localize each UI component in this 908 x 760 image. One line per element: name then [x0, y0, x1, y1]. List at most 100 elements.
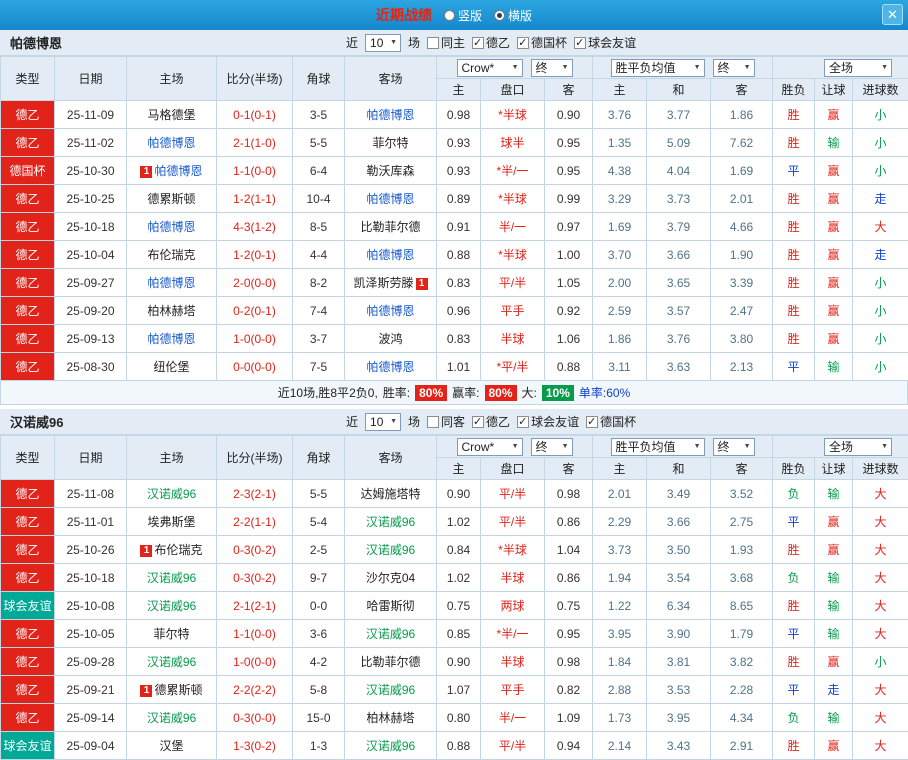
corner-score: 8-2: [293, 269, 345, 297]
home-team[interactable]: 马格德堡: [127, 101, 217, 129]
away-team[interactable]: 汉诺威96: [345, 676, 437, 704]
filter-cup-checkbox[interactable]: 德国杯: [517, 34, 567, 51]
result-win-draw-loss: 胜: [773, 269, 815, 297]
away-team[interactable]: 帕德博恩: [345, 241, 437, 269]
away-team[interactable]: 比勒菲尔德: [345, 213, 437, 241]
home-team[interactable]: 汉堡: [127, 732, 217, 760]
col-away: 客场: [345, 57, 437, 101]
odds-company-select[interactable]: Crow*: [457, 438, 523, 456]
filter-league2-checkbox[interactable]: 德乙: [472, 34, 510, 51]
corner-score: 5-5: [293, 129, 345, 157]
home-team[interactable]: 汉诺威96: [127, 648, 217, 676]
team-name: 德累斯顿: [147, 192, 195, 206]
filter-cup-checkbox[interactable]: 德国杯: [586, 413, 636, 430]
away-team[interactable]: 帕德博恩: [345, 185, 437, 213]
away-team[interactable]: 汉诺威96: [345, 620, 437, 648]
europe-draw-odds: 3.79: [647, 213, 711, 241]
scope-select[interactable]: 全场: [824, 59, 892, 77]
odds-final-select[interactable]: 终: [531, 59, 573, 77]
away-team[interactable]: 达姆施塔特: [345, 480, 437, 508]
home-team[interactable]: 德累斯顿: [127, 185, 217, 213]
asia-handicap: 半球: [481, 564, 545, 592]
result-handicap: 赢: [815, 297, 853, 325]
score-halftime: 0-3(0-0): [217, 704, 293, 732]
away-team[interactable]: 凯泽斯劳滕1: [345, 269, 437, 297]
filter-friendly-checkbox[interactable]: 球会友谊: [574, 34, 636, 51]
europe-draw-odds: 3.76: [647, 325, 711, 353]
odds-company-select[interactable]: Crow*: [457, 59, 523, 77]
home-team[interactable]: 1德累斯顿: [127, 676, 217, 704]
away-team[interactable]: 汉诺威96: [345, 508, 437, 536]
match-date: 25-09-20: [55, 297, 127, 325]
away-team[interactable]: 帕德博恩: [345, 101, 437, 129]
team-section-header: 汉诺威96 近 10 场 同客 德乙 球会友谊 德国杯: [0, 409, 908, 435]
europe-average-select[interactable]: 胜平负均值: [611, 59, 705, 77]
away-team[interactable]: 菲尔特: [345, 129, 437, 157]
team-name: 菲尔特: [153, 627, 189, 641]
filter-friendly-checkbox[interactable]: 球会友谊: [517, 413, 579, 430]
checkbox-icon[interactable]: [427, 37, 439, 49]
checkbox-icon[interactable]: [586, 416, 598, 428]
radio-icon[interactable]: [444, 10, 455, 21]
home-team[interactable]: 帕德博恩: [127, 325, 217, 353]
away-team[interactable]: 帕德博恩: [345, 353, 437, 381]
layout-horizontal-radio[interactable]: 横版: [494, 7, 532, 24]
league-type-badge: 德乙: [1, 704, 55, 732]
checkbox-icon[interactable]: [427, 416, 439, 428]
home-team[interactable]: 柏林赫塔: [127, 297, 217, 325]
filter-same-away-checkbox[interactable]: 同客: [427, 413, 465, 430]
away-team[interactable]: 汉诺威96: [345, 536, 437, 564]
match-date: 25-09-21: [55, 676, 127, 704]
home-team[interactable]: 帕德博恩: [127, 269, 217, 297]
home-team[interactable]: 汉诺威96: [127, 704, 217, 732]
odds-final-select[interactable]: 终: [531, 438, 573, 456]
match-count-select[interactable]: 10: [365, 34, 401, 52]
away-team[interactable]: 勒沃库森: [345, 157, 437, 185]
home-team[interactable]: 帕德博恩: [127, 213, 217, 241]
home-team[interactable]: 1帕德博恩: [127, 157, 217, 185]
europe-average-select[interactable]: 胜平负均值: [611, 438, 705, 456]
checkbox-icon[interactable]: [517, 416, 529, 428]
result-handicap: 赢: [815, 536, 853, 564]
away-team[interactable]: 柏林赫塔: [345, 704, 437, 732]
col-asia-handicap: 盘口: [481, 79, 545, 101]
result-goals: 大: [853, 564, 908, 592]
home-team[interactable]: 汉诺威96: [127, 480, 217, 508]
asia-away-odds: 0.88: [545, 353, 593, 381]
result-handicap: 赢: [815, 325, 853, 353]
europe-final-select[interactable]: 终: [713, 59, 755, 77]
asia-handicap: 半球: [481, 325, 545, 353]
away-team[interactable]: 沙尔克04: [345, 564, 437, 592]
radio-icon[interactable]: [494, 10, 505, 21]
home-team[interactable]: 纽伦堡: [127, 353, 217, 381]
away-team[interactable]: 哈雷斯彻: [345, 592, 437, 620]
scope-select[interactable]: 全场: [824, 438, 892, 456]
checkbox-icon[interactable]: [472, 37, 484, 49]
home-team[interactable]: 帕德博恩: [127, 129, 217, 157]
asia-away-odds: 0.86: [545, 508, 593, 536]
europe-away-odds: 1.86: [711, 101, 773, 129]
away-team[interactable]: 帕德博恩: [345, 297, 437, 325]
home-team[interactable]: 埃弗斯堡: [127, 508, 217, 536]
checkbox-icon[interactable]: [517, 37, 529, 49]
away-team[interactable]: 波鸿: [345, 325, 437, 353]
titlebar-controls: 近期战绩 竖版 横版: [376, 5, 532, 25]
europe-final-select[interactable]: 终: [713, 438, 755, 456]
match-count-select[interactable]: 10: [365, 413, 401, 431]
home-team[interactable]: 菲尔特: [127, 620, 217, 648]
checkbox-icon[interactable]: [472, 416, 484, 428]
home-team[interactable]: 汉诺威96: [127, 592, 217, 620]
away-team[interactable]: 汉诺威96: [345, 732, 437, 760]
checkbox-icon[interactable]: [574, 37, 586, 49]
europe-draw-odds: 3.49: [647, 480, 711, 508]
home-team[interactable]: 汉诺威96: [127, 564, 217, 592]
filter-same-home-checkbox[interactable]: 同主: [427, 34, 465, 51]
away-team[interactable]: 比勒菲尔德: [345, 648, 437, 676]
close-icon[interactable]: ✕: [882, 4, 903, 25]
result-goals: 大: [853, 676, 908, 704]
home-team[interactable]: 1布伦瑞克: [127, 536, 217, 564]
layout-vertical-radio[interactable]: 竖版: [444, 7, 482, 24]
team-name: 帕德博恩: [366, 304, 414, 318]
home-team[interactable]: 布伦瑞克: [127, 241, 217, 269]
filter-league2-checkbox[interactable]: 德乙: [472, 413, 510, 430]
